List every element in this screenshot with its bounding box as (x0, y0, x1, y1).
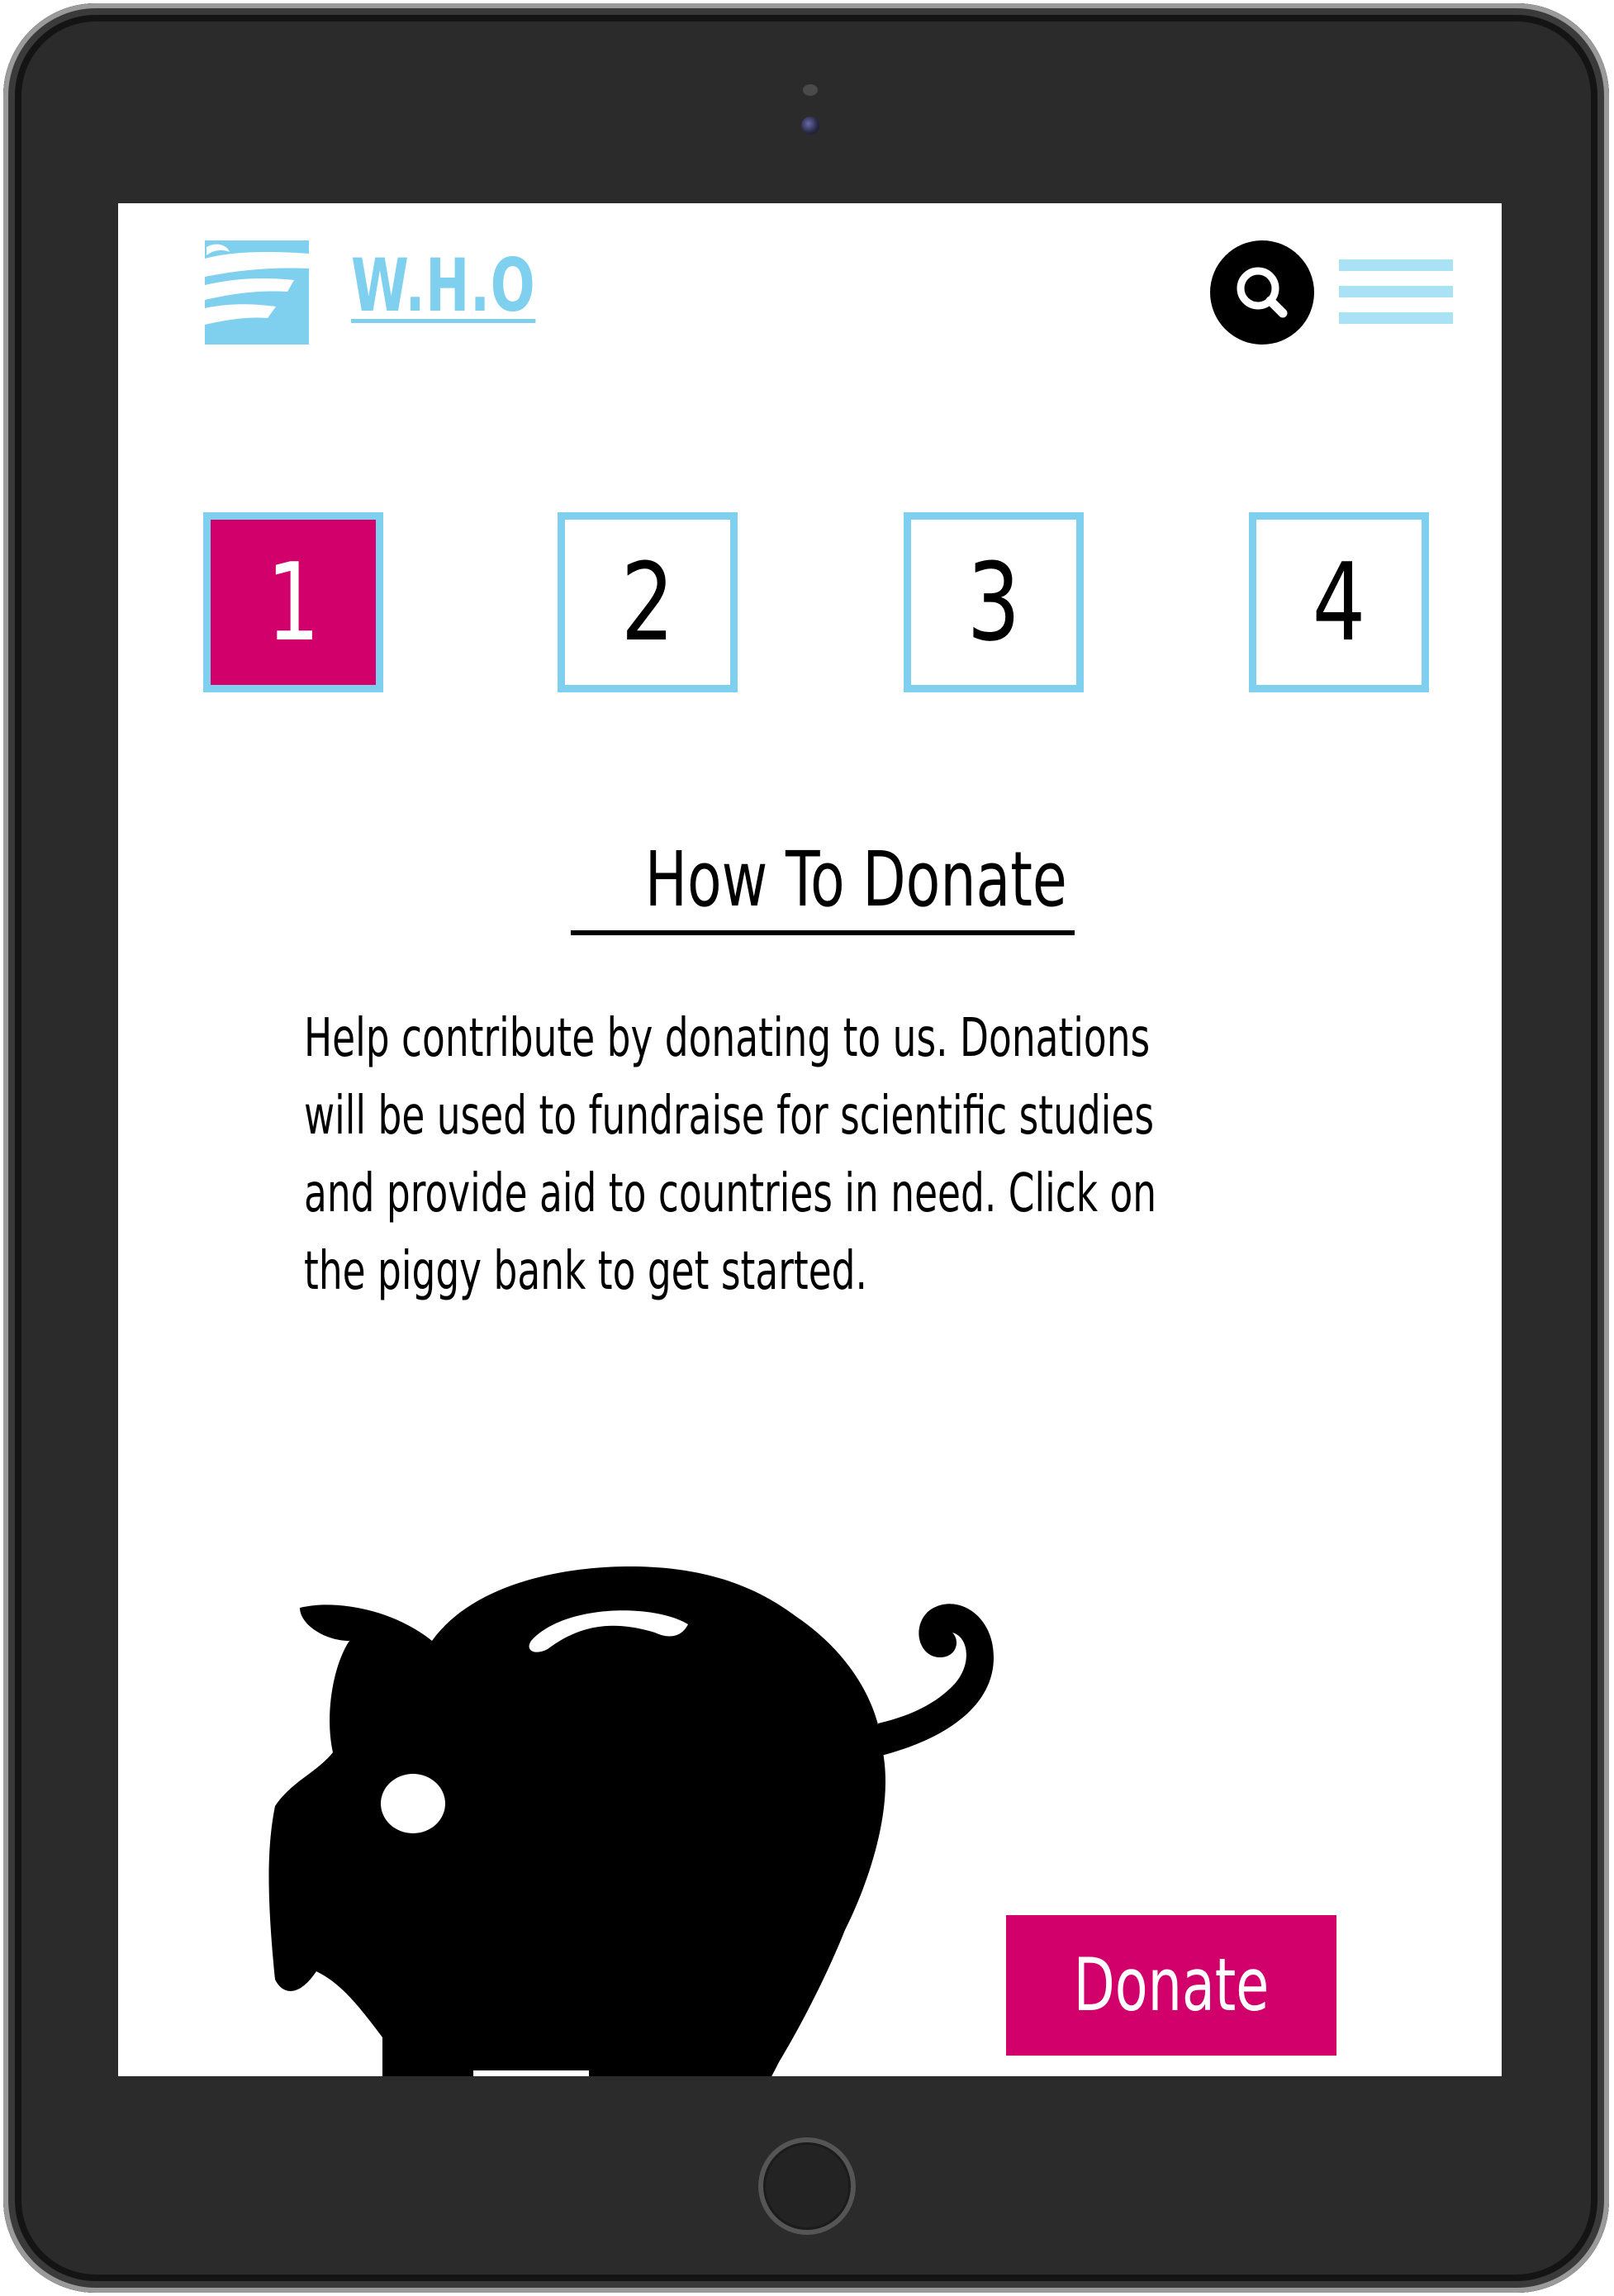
step-3-button[interactable]: 3 (904, 512, 1084, 692)
page-title: How To Donate (571, 835, 1075, 924)
intro-line: the piggy bank to get started. (304, 1241, 867, 1302)
front-sensor (803, 84, 818, 96)
menu-line (1339, 259, 1453, 271)
step-1-button[interactable]: 1 (203, 512, 383, 692)
donate-button-label: Donate (1073, 1942, 1270, 2027)
intro-paragraph: Help contribute by donating to us. Donat… (304, 1000, 1301, 1310)
menu-line (1339, 286, 1453, 297)
front-camera (801, 116, 819, 135)
intro-line: and provide aid to countries in need. Cl… (304, 1163, 1157, 1224)
menu-line (1339, 312, 1453, 324)
page-title-text: How To Donate (644, 835, 1067, 924)
home-button[interactable] (758, 2137, 856, 2235)
step-number: 1 (266, 540, 320, 665)
donate-button[interactable]: Donate (1006, 1915, 1336, 2056)
search-icon (1237, 267, 1288, 318)
brand-title[interactable]: W.H.O (351, 243, 535, 328)
step-number: 4 (1312, 540, 1366, 665)
step-number: 3 (966, 540, 1021, 665)
intro-line: Help contribute by donating to us. Donat… (304, 1008, 1151, 1069)
screen: W.H.O 1 2 3 4 How To Donate Help contrib… (118, 203, 1502, 2076)
step-2-button[interactable]: 2 (558, 512, 738, 692)
intro-line: will be used to fundraise for scientific… (304, 1086, 1155, 1147)
step-4-button[interactable]: 4 (1249, 512, 1429, 692)
wing-icon[interactable] (205, 240, 309, 345)
step-number: 2 (620, 540, 675, 665)
search-button[interactable] (1210, 240, 1314, 345)
title-underline (571, 930, 1075, 935)
hamburger-menu-icon[interactable] (1339, 259, 1453, 324)
